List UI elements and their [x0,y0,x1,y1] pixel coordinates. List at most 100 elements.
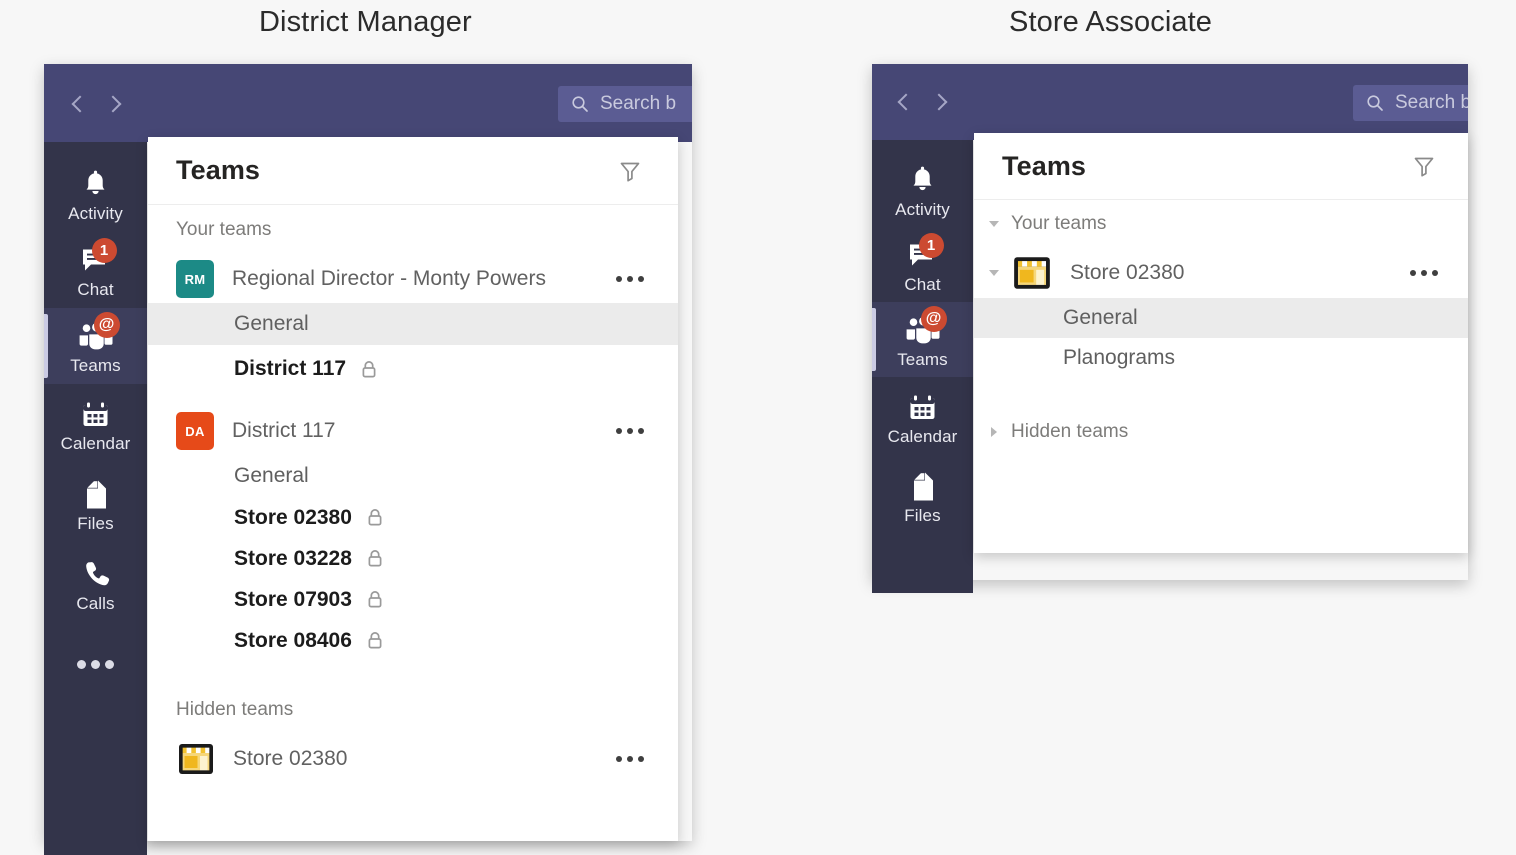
rail-label-teams: Teams [70,356,121,375]
channel-name: Store 08406 [234,628,352,652]
files-icon [906,469,940,503]
avatar: DA [176,412,214,450]
title-bar: Search b [872,64,1468,140]
teams-mention-badge: @ [93,312,120,338]
teams-panel-header: Teams [974,133,1468,200]
search-placeholder: Search b [600,93,677,114]
rail-item-teams[interactable]: @ Teams [44,308,147,384]
section-your-teams[interactable]: Your teams [974,200,1468,248]
filter-funnel-icon[interactable] [616,157,644,185]
chat-badge: 1 [91,238,117,263]
storefront-icon [1011,252,1053,294]
chevron-right-icon[interactable] [983,421,1005,443]
rail-label-calendar: Calendar [60,434,131,453]
search-input[interactable]: Search b [1353,85,1468,121]
rail-item-teams[interactable]: @ Teams [872,302,973,377]
bell-icon [79,167,113,201]
rail-label-activity: Activity [895,200,950,219]
channel-name: Planograms [1063,346,1176,369]
rail-item-files[interactable]: Files [872,454,973,533]
chat-icon: 1 [76,238,117,277]
more-options-icon[interactable] [616,756,644,762]
section-hidden-teams[interactable]: Hidden teams [974,408,1468,456]
nav-arrows [896,92,950,110]
more-options-icon[interactable] [1410,270,1438,276]
lock-icon [364,589,386,611]
channel-row[interactable]: Store 02380 [148,497,678,538]
more-options-icon[interactable] [616,276,644,282]
filter-funnel-icon[interactable] [1410,152,1438,180]
team-row[interactable]: Store 02380 [148,735,678,783]
channel-name: District 117 [234,357,347,380]
chevron-down-icon[interactable] [983,213,1005,235]
caption-district-manager: District Manager [259,6,472,38]
team-row[interactable]: RM Regional Director - Monty Powers [148,255,678,303]
app-rail: Activity 1 Chat [44,142,147,855]
search-placeholder: Search b [1395,92,1468,113]
rail-more-options-icon[interactable] [44,660,147,669]
channel-row[interactable]: General [148,303,678,345]
channel-row[interactable]: District 117 [148,345,678,393]
rail-label-files: Files [77,514,114,533]
forward-arrow[interactable] [106,94,124,112]
channel-name: Store 03228 [234,546,352,570]
rail-label-chat: Chat [904,275,941,294]
back-arrow[interactable] [896,92,914,110]
files-icon [79,477,113,511]
forward-arrow[interactable] [932,92,950,110]
chat-badge: 1 [918,233,944,258]
team-name: Regional Director - Monty Powers [232,267,546,290]
teams-window-store-associate: Search b Activity 1 Chat @ Teams Calenda… [872,64,1468,593]
rail-label-activity: Activity [68,204,123,223]
search-input[interactable]: Search b [558,86,692,122]
rail-item-activity[interactable]: Activity [872,153,973,227]
channel-row[interactable]: General [974,298,1468,338]
rail-item-calls[interactable]: Calls [44,542,147,622]
rail-item-chat[interactable]: 1 Chat [872,227,973,302]
storefront-icon [176,739,216,779]
calendar-icon [79,399,113,431]
section-your-teams[interactable]: Your teams [148,205,678,255]
teams-window-district-manager: Search b Activity 1 Chat @ Teams Calenda… [44,64,692,855]
channel-name: General [234,464,309,487]
section-hidden-teams[interactable]: Hidden teams [148,685,678,735]
channel-row[interactable]: Planograms [974,338,1468,378]
team-name: Store 02380 [233,747,348,770]
page-title: Teams [1002,150,1087,181]
section-label-your-teams: Your teams [176,219,272,240]
teams-panel: Teams Your teams RM Regional Director - … [148,137,678,841]
channel-name: General [234,312,309,335]
rail-item-files[interactable]: Files [44,462,147,542]
back-arrow[interactable] [70,94,88,112]
rail-item-calendar[interactable]: Calendar [872,377,973,454]
teams-mention-badge: @ [920,306,947,332]
teams-icon: @ [901,306,947,347]
team-name: Store 02380 [1070,261,1185,284]
channel-name: Store 07903 [234,587,352,611]
channel-row[interactable]: Store 07903 [148,579,678,620]
rail-item-chat[interactable]: 1 Chat [44,232,147,308]
rail-item-activity[interactable]: Activity [44,156,147,232]
search-icon [1363,91,1387,115]
rail-label-calls: Calls [76,594,115,613]
section-label-your-teams: Your teams [1011,213,1107,234]
lock-icon [364,630,386,652]
calendar-icon [906,392,940,424]
rail-label-chat: Chat [77,280,114,299]
rail-label-files: Files [904,506,941,525]
rail-label-calendar: Calendar [887,427,958,446]
teams-panel: Teams Your teams Store 02380 General Pla… [974,133,1468,553]
chevron-down-icon[interactable] [983,262,1005,284]
more-options-icon[interactable] [616,428,644,434]
section-label-hidden-teams: Hidden teams [176,699,294,720]
team-row[interactable]: Store 02380 [974,248,1468,298]
lock-icon [364,507,386,529]
channel-row[interactable]: Store 08406 [148,620,678,661]
channel-row[interactable]: Store 03228 [148,538,678,579]
channel-row[interactable]: General [148,455,678,497]
channel-name: General [1063,306,1138,329]
lock-icon [358,358,380,380]
team-row[interactable]: DA District 117 [148,407,678,455]
rail-item-calendar[interactable]: Calendar [44,384,147,462]
teams-panel-header: Teams [148,137,678,205]
